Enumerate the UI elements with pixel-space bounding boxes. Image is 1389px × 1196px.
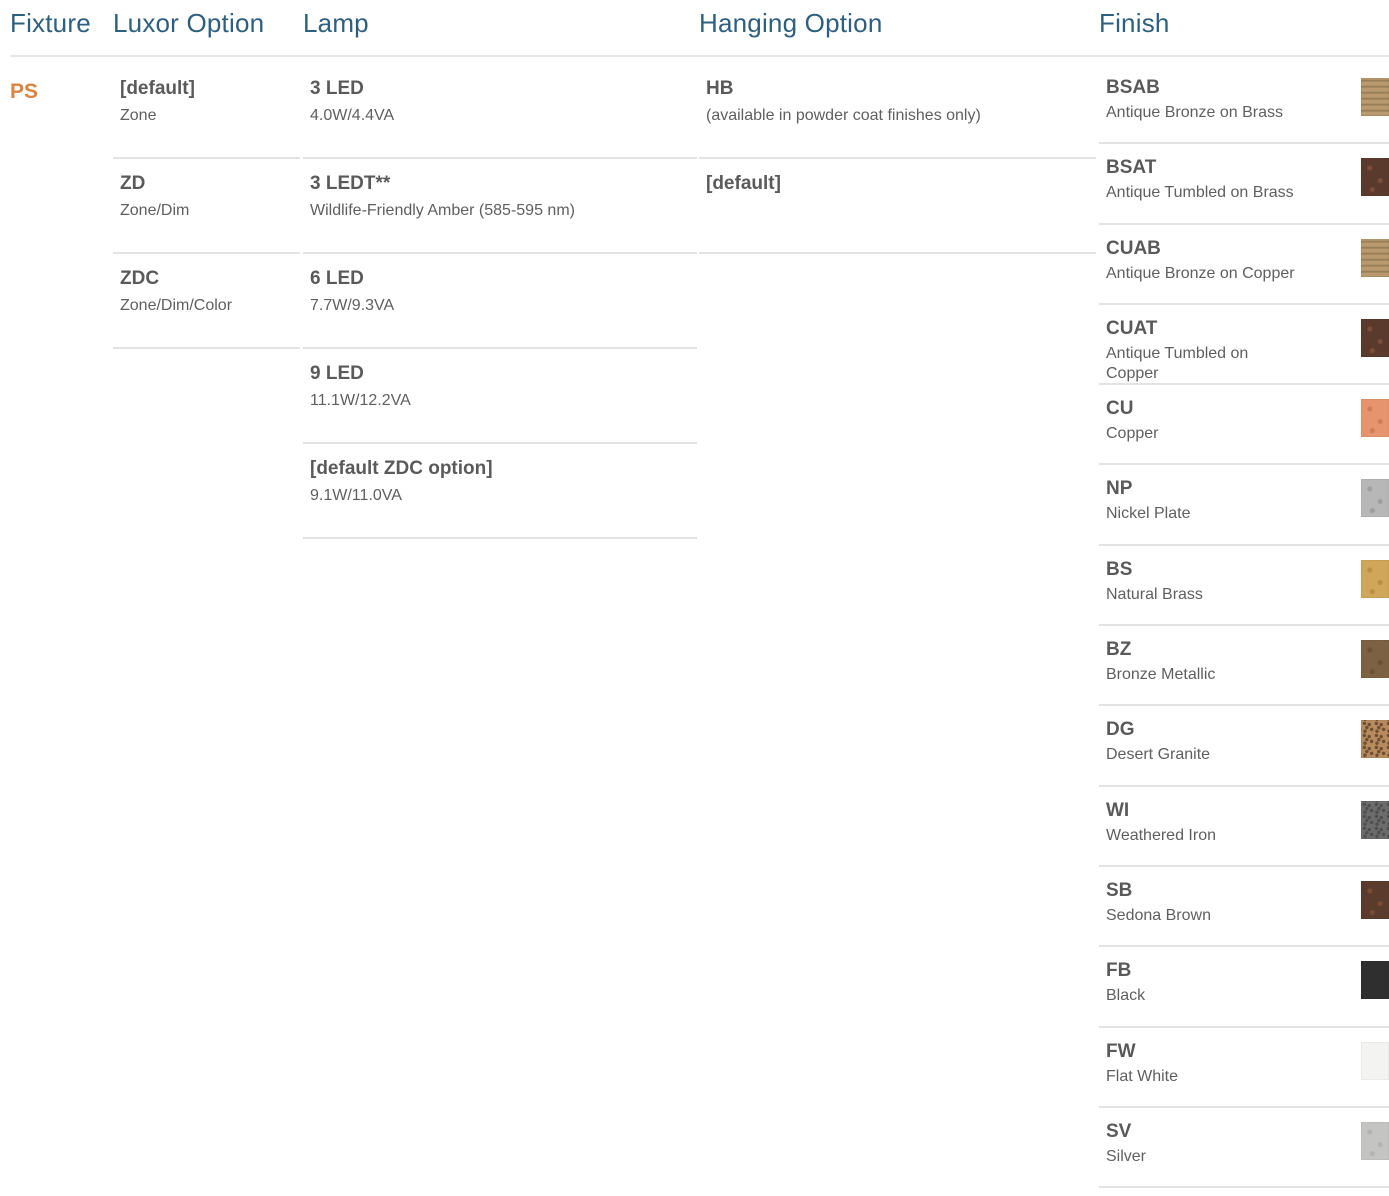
finish-description: Weathered Iron	[1106, 826, 1216, 844]
luxor-code: ZD	[120, 173, 146, 194]
finish-code: NP	[1106, 478, 1133, 500]
finish-option-np[interactable]: NP Nickel Plate	[1099, 465, 1389, 546]
luxor-description: Zone/Dim	[120, 202, 190, 219]
header-hanging-option: Hanging Option	[699, 8, 883, 38]
finish-swatch	[1361, 559, 1389, 598]
lamp-description: 7.7W/9.3VA	[310, 297, 395, 314]
hanging-option-column: HB (available in powder coat finishes onl…	[699, 64, 1096, 254]
luxor-option-zdc[interactable]: ZDC Zone/Dim/Color	[113, 254, 300, 349]
finish-swatch	[1361, 1041, 1389, 1080]
finish-code: SB	[1106, 879, 1133, 901]
finish-option-bsab[interactable]: BSAB Antique Bronze on Brass	[1099, 64, 1389, 145]
lamp-option-3-led[interactable]: 3 LED 4.0W/4.4VA	[303, 64, 697, 159]
finish-swatch	[1361, 318, 1389, 357]
hanging-code: HB	[706, 78, 734, 99]
finish-swatch	[1361, 880, 1389, 919]
luxor-code: ZDC	[120, 268, 160, 289]
finish-description: Copper	[1106, 425, 1159, 443]
finish-code: CUAB	[1106, 237, 1161, 259]
finish-code: DG	[1106, 719, 1135, 741]
finish-description: Sedona Brown	[1106, 906, 1211, 924]
header-divider	[10, 55, 1389, 57]
finish-description: Nickel Plate	[1106, 505, 1191, 523]
finish-description: Flat White	[1106, 1067, 1179, 1085]
finish-description: Antique Bronze on Copper	[1106, 264, 1295, 282]
finish-code: CUAT	[1106, 317, 1158, 339]
finish-option-sv[interactable]: SV Silver	[1099, 1108, 1389, 1189]
finish-swatch	[1361, 158, 1389, 197]
finish-swatch	[1361, 399, 1389, 438]
finish-option-dg[interactable]: DG Desert Granite	[1099, 706, 1389, 787]
finish-code: BZ	[1106, 639, 1132, 661]
finish-option-fb[interactable]: FB Black	[1099, 947, 1389, 1028]
hanging-code: [default]	[706, 173, 781, 194]
hanging-description: (available in powder coat finishes only)	[706, 107, 981, 124]
hanging-option-default[interactable]: [default]	[699, 159, 1096, 254]
finish-option-wi[interactable]: WI Weathered Iron	[1099, 787, 1389, 867]
lamp-description: 11.1W/12.2VA	[310, 392, 411, 409]
lamp-code: [default ZDC option]	[310, 458, 493, 479]
finish-option-fw[interactable]: FW Flat White	[1099, 1028, 1389, 1108]
luxor-description: Zone/Dim/Color	[120, 297, 233, 314]
finish-description: Antique Bronze on Brass	[1106, 104, 1283, 121]
lamp-option-default-zdc-option[interactable]: [default ZDC option] 9.1W/11.0VA	[303, 444, 697, 539]
luxor-code: [default]	[120, 78, 195, 99]
finish-description: Desert Granite	[1106, 746, 1211, 764]
header-luxor-option: Luxor Option	[113, 8, 265, 38]
finish-code: SV	[1106, 1120, 1132, 1142]
luxor-option-column: [default] Zone ZD Zone/Dim ZDC Zone/Dim/Color	[113, 64, 300, 349]
header-lamp: Lamp	[303, 8, 369, 38]
header-fixture: Fixture	[10, 8, 91, 38]
finish-swatch	[1361, 1121, 1389, 1160]
finish-description: Black	[1106, 987, 1146, 1005]
finish-code: BSAT	[1106, 157, 1157, 179]
finish-column: BSAB Antique Bronze on Brass BSAT Antique T…	[1099, 64, 1389, 1189]
finish-option-bs[interactable]: BS Natural Brass	[1099, 546, 1389, 627]
lamp-code: 3 LEDT**	[310, 173, 391, 194]
finish-code: FW	[1106, 1040, 1136, 1062]
finish-option-bz[interactable]: BZ Bronze Metallic	[1099, 626, 1389, 707]
lamp-code: 9 LED	[310, 363, 364, 384]
lamp-code: 3 LED	[310, 78, 364, 99]
finish-option-cu[interactable]: CU Copper	[1099, 385, 1389, 466]
lamp-description: 9.1W/11.0VA	[310, 487, 402, 504]
lamp-option-9-led[interactable]: 9 LED 11.1W/12.2VA	[303, 349, 697, 444]
lamp-option-3-ledt[interactable]: 3 LEDT** Wildlife-Friendly Amber (585-595…	[303, 159, 697, 254]
finish-swatch	[1361, 720, 1389, 759]
lamp-column: 3 LED 4.0W/4.4VA 3 LEDT** Wildlife-Friendly…	[303, 64, 697, 539]
finish-description: Antique Tumbled on Brass	[1106, 184, 1294, 202]
finish-option-cuat[interactable]: CUAT Antique Tumbled on Copper	[1099, 305, 1389, 386]
finish-code: BSAB	[1106, 77, 1160, 98]
finish-swatch	[1361, 238, 1389, 277]
finish-option-sb[interactable]: SB Sedona Brown	[1099, 867, 1389, 948]
finish-swatch	[1361, 961, 1389, 1000]
finish-swatch	[1361, 640, 1389, 679]
finish-code: FB	[1106, 960, 1132, 982]
finish-description: Bronze Metallic	[1106, 666, 1216, 684]
fixture-code: PS	[10, 80, 39, 103]
finish-swatch	[1361, 800, 1389, 839]
finish-option-bsat[interactable]: BSAT Antique Tumbled on Brass	[1099, 144, 1389, 225]
luxor-option-zd[interactable]: ZD Zone/Dim	[113, 159, 300, 254]
finish-description: Silver	[1106, 1147, 1147, 1165]
finish-swatch	[1361, 479, 1389, 518]
header-finish: Finish	[1099, 8, 1170, 38]
finish-description: Antique Tumbled on Copper	[1106, 344, 1249, 382]
finish-code: BS	[1106, 558, 1133, 580]
finish-swatch	[1361, 78, 1389, 116]
hanging-option-hb[interactable]: HB (available in powder coat finishes onl…	[699, 64, 1096, 159]
finish-code: CU	[1106, 398, 1134, 420]
lamp-option-6-led[interactable]: 6 LED 7.7W/9.3VA	[303, 254, 697, 349]
luxor-description: Zone	[120, 107, 157, 124]
finish-code: WI	[1106, 799, 1130, 821]
luxor-option-default[interactable]: [default] Zone	[113, 64, 300, 159]
lamp-description: Wildlife-Friendly Amber (585-595 nm)	[310, 202, 575, 219]
lamp-description: 4.0W/4.4VA	[310, 107, 395, 124]
finish-description: Natural Brass	[1106, 585, 1203, 603]
lamp-code: 6 LED	[310, 268, 364, 289]
finish-option-cuab[interactable]: CUAB Antique Bronze on Copper	[1099, 225, 1389, 305]
